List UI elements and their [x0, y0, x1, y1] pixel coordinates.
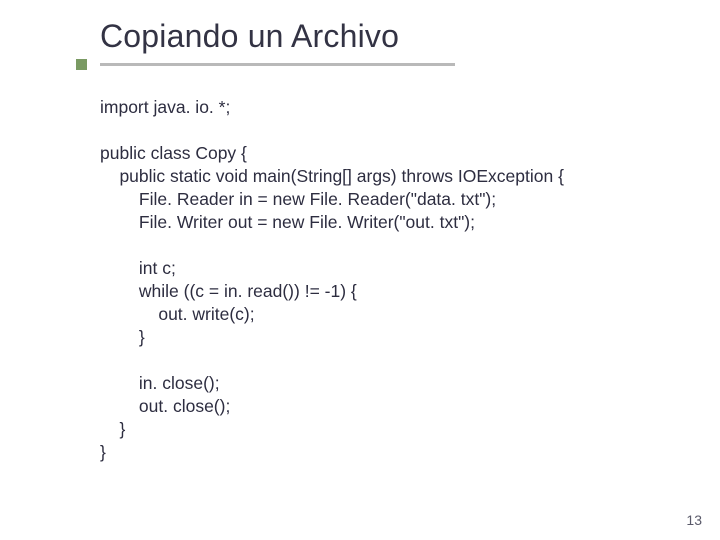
code-line: File. Writer out = new File. Writer("out… [100, 212, 475, 232]
code-line: in. close(); [100, 373, 220, 393]
slide-title: Copiando un Archivo [100, 18, 399, 55]
code-line: public class Copy { [100, 143, 247, 163]
code-line: out. write(c); [100, 304, 255, 324]
code-line: } [100, 327, 145, 347]
code-line: import java. io. *; [100, 97, 230, 117]
code-line: } [100, 442, 106, 462]
code-line: public static void main(String[] args) t… [100, 166, 564, 186]
code-line: } [100, 419, 125, 439]
code-line: out. close(); [100, 396, 230, 416]
page-number: 13 [686, 512, 702, 528]
code-block: import java. io. *; public class Copy { … [100, 96, 564, 464]
slide: Copiando un Archivo import java. io. *; … [0, 0, 720, 540]
code-line: int c; [100, 258, 176, 278]
title-underline [100, 63, 455, 66]
code-line: while ((c = in. read()) != -1) { [100, 281, 357, 301]
code-line: File. Reader in = new File. Reader("data… [100, 189, 496, 209]
